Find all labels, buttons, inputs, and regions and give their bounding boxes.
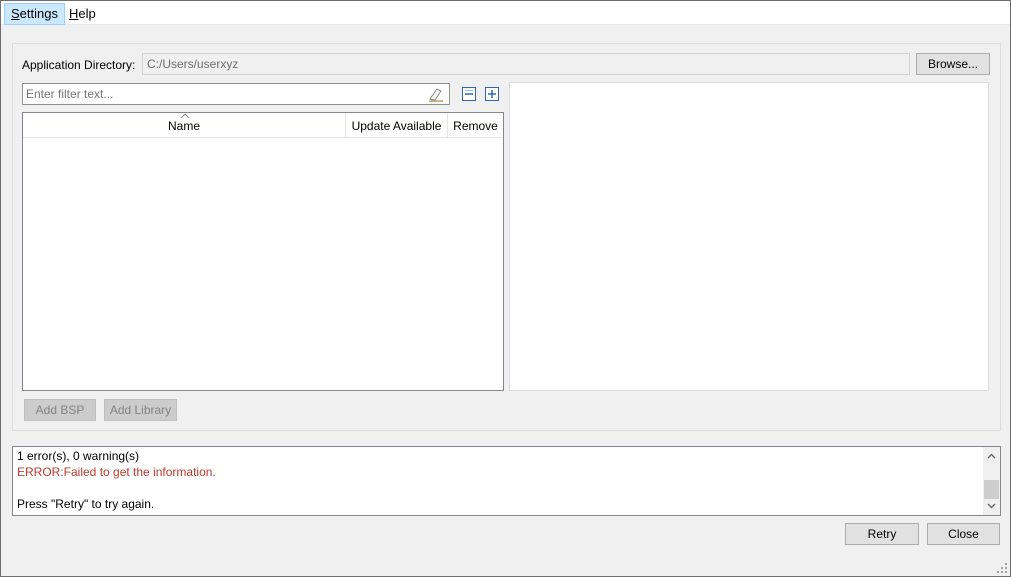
menu-settings[interactable]: Settings (4, 3, 65, 25)
menu-help[interactable]: Help (63, 3, 102, 25)
detail-pane (509, 82, 989, 391)
bsp-library-table[interactable]: Name Update Available Remove (22, 112, 504, 391)
column-header-name[interactable]: Name (23, 113, 345, 138)
column-header-remove[interactable]: Remove (448, 113, 503, 138)
scroll-thumb[interactable] (984, 480, 999, 499)
collapse-all-icon[interactable] (462, 87, 476, 101)
add-bsp-button[interactable]: Add BSP (24, 399, 96, 421)
menu-settings-mnemonic: S (11, 6, 20, 21)
menu-help-mnemonic: H (69, 6, 79, 21)
eraser-icon[interactable] (427, 85, 445, 103)
browse-button[interactable]: Browse... (916, 53, 990, 75)
console-hint: Press "Retry" to try again. (17, 497, 155, 511)
expand-all-icon[interactable] (485, 87, 499, 101)
message-console[interactable]: 1 error(s), 0 warning(s) ERROR:Failed to… (12, 446, 1001, 516)
menu-help-rest: elp (78, 6, 96, 21)
console-summary: 1 error(s), 0 warning(s) (17, 449, 140, 463)
console-error: ERROR:Failed to get the information. (17, 465, 216, 479)
chevron-up-icon[interactable] (987, 453, 996, 459)
app-directory-label: Application Directory: (22, 58, 136, 72)
column-header-update-available[interactable]: Update Available (346, 113, 447, 138)
resize-grip-icon[interactable] (996, 562, 1008, 574)
app-directory-field[interactable]: C:/Users/userxyz (142, 53, 910, 75)
bsp-manager-window: Settings Help Application Directory: C:/… (0, 0, 1011, 577)
table-header: Name Update Available Remove (23, 113, 503, 138)
menu-bar: Settings Help (1, 1, 1010, 25)
chevron-down-icon[interactable] (987, 503, 996, 509)
retry-button[interactable]: Retry (845, 523, 919, 545)
console-scrollbar[interactable] (983, 447, 1000, 515)
filter-input[interactable]: Enter filter text... (22, 83, 450, 105)
close-button[interactable]: Close (927, 523, 1000, 545)
add-library-button[interactable]: Add Library (104, 399, 177, 421)
menu-settings-rest: ettings (19, 6, 58, 21)
